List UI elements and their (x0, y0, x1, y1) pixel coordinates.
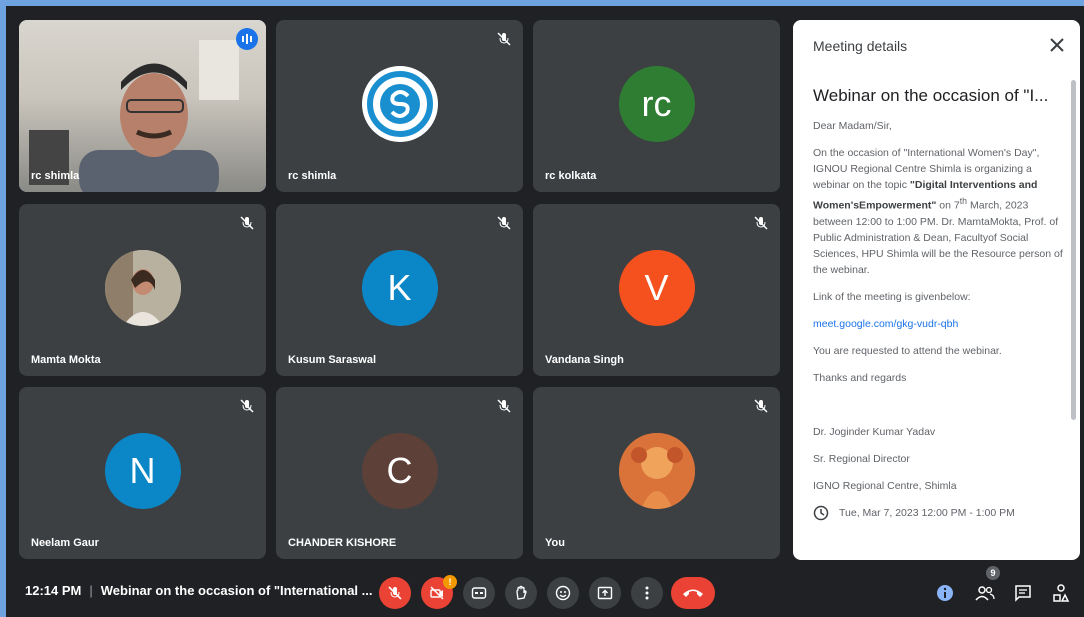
participant-name: rc shimla (31, 170, 80, 182)
hand-icon (516, 585, 527, 600)
mic-off-icon (240, 399, 254, 413)
mic-off-icon (497, 216, 511, 230)
participant-tile-mamta-mokta[interactable]: Mamta Mokta (19, 204, 266, 376)
participant-tile-logo[interactable]: rc shimla (276, 20, 523, 192)
present-button[interactable] (589, 577, 621, 609)
signature-org: IGNO Regional Centre, Shimla (813, 479, 957, 492)
avatar-initials: rc (618, 66, 695, 142)
mic-off-icon (754, 399, 768, 413)
close-icon[interactable] (1048, 36, 1066, 54)
participant-name: Neelam Gaur (31, 537, 99, 549)
people-icon (975, 586, 995, 601)
participant-name: rc kolkata (545, 170, 597, 182)
mic-off-icon (497, 32, 511, 46)
leave-call-button[interactable] (671, 577, 715, 609)
participant-name: Kusum Saraswal (288, 354, 377, 366)
chat-icon (1015, 585, 1031, 602)
greeting: Dear Madam/Sir, (813, 120, 892, 132)
present-icon (597, 586, 613, 600)
participant-tile-neelam-gaur[interactable]: N Neelam Gaur (19, 387, 266, 559)
activities-button[interactable] (1050, 582, 1072, 604)
signature-name: Dr. Joginder Kumar Yadav (813, 425, 936, 438)
mic-off-icon (240, 216, 254, 230)
participant-tile-you[interactable]: You (533, 387, 780, 559)
clock-icon (813, 505, 829, 520)
mic-toggle-button[interactable] (379, 577, 411, 609)
info-icon (937, 585, 953, 601)
captions-button[interactable] (463, 577, 495, 609)
link-intro: Link of the meeting is givenbelow: (813, 290, 971, 303)
meeting-title: Webinar on the occasion of "I... (813, 86, 1049, 105)
panel-scrollbar[interactable] (1071, 80, 1076, 420)
meeting-details-panel: Meeting details Webinar on the occasion … (793, 20, 1080, 560)
panel-heading: Meeting details (813, 38, 908, 54)
camera-warning-badge: ! (443, 575, 457, 589)
event-time-row: Tue, Mar 7, 2023 12:00 PM - 1:00 PM (813, 505, 1065, 521)
participant-tile-kusum-saraswal[interactable]: K Kusum Saraswal (276, 204, 523, 376)
participant-name: You (545, 537, 565, 549)
clock-time: 12:14 PM (25, 583, 82, 598)
participant-name: Vandana Singh (545, 354, 624, 366)
bottom-meeting-title: Webinar on the occasion of "Internationa… (100, 583, 373, 598)
mic-off-icon (754, 216, 768, 230)
camera-off-icon (430, 586, 444, 600)
avatar-initials: K (361, 250, 438, 326)
regards-text: Thanks and regards (813, 371, 907, 384)
description-paragraph: On the occasion of "International Women'… (813, 147, 1063, 276)
participant-tile-chander-kishore[interactable]: C CHANDER KISHORE (276, 387, 523, 559)
meeting-link[interactable]: meet.google.com/gkg-vudr-qbh (813, 318, 958, 330)
more-options-button[interactable] (631, 577, 663, 609)
avatar-photo (104, 250, 181, 326)
mic-off-icon (497, 399, 511, 413)
chat-button[interactable] (1012, 582, 1034, 604)
signature-role: Sr. Regional Director (813, 452, 910, 465)
people-count-badge: 9 (986, 566, 1000, 580)
call-end-icon (683, 589, 703, 597)
participant-tile-video[interactable]: rc shimla (19, 20, 266, 192)
avatar-photo (618, 433, 695, 509)
meeting-description: Dear Madam/Sir, On the occasion of "Inte… (813, 118, 1065, 521)
mic-off-icon (388, 586, 402, 600)
participant-name: Mamta Mokta (31, 354, 101, 366)
request-text: You are requested to attend the webinar. (813, 344, 1002, 357)
separator: | (89, 583, 93, 598)
participant-name: CHANDER KISHORE (288, 537, 397, 549)
people-button[interactable] (974, 582, 996, 604)
emoji-button[interactable] (547, 577, 579, 609)
speaking-indicator-icon (236, 28, 258, 50)
avatar-initials: N (104, 433, 181, 509)
participant-tile-vandana-singh[interactable]: V Vandana Singh (533, 204, 780, 376)
event-time: Tue, Mar 7, 2023 12:00 PM - 1:00 PM (839, 506, 1015, 519)
raise-hand-button[interactable] (505, 577, 537, 609)
meeting-details-button[interactable] (934, 582, 956, 604)
participant-name: rc shimla (288, 170, 337, 182)
avatar-initials: C (361, 433, 438, 509)
captions-icon (471, 587, 487, 599)
emoji-icon (555, 585, 571, 601)
activities-icon (1053, 584, 1070, 602)
participant-tile-rc-kolkata[interactable]: rc rc kolkata (533, 20, 780, 192)
video-feed (19, 20, 266, 192)
ignou-logo-icon (361, 66, 438, 142)
meeting-info-bar: 12:14 PM | Webinar on the occasion of "Int… (25, 583, 373, 598)
meet-screen: rc shimla rc shimla rc rc kolkata Mamta … (6, 6, 1084, 617)
avatar-initials: V (618, 250, 695, 326)
more-vert-icon (645, 586, 649, 600)
